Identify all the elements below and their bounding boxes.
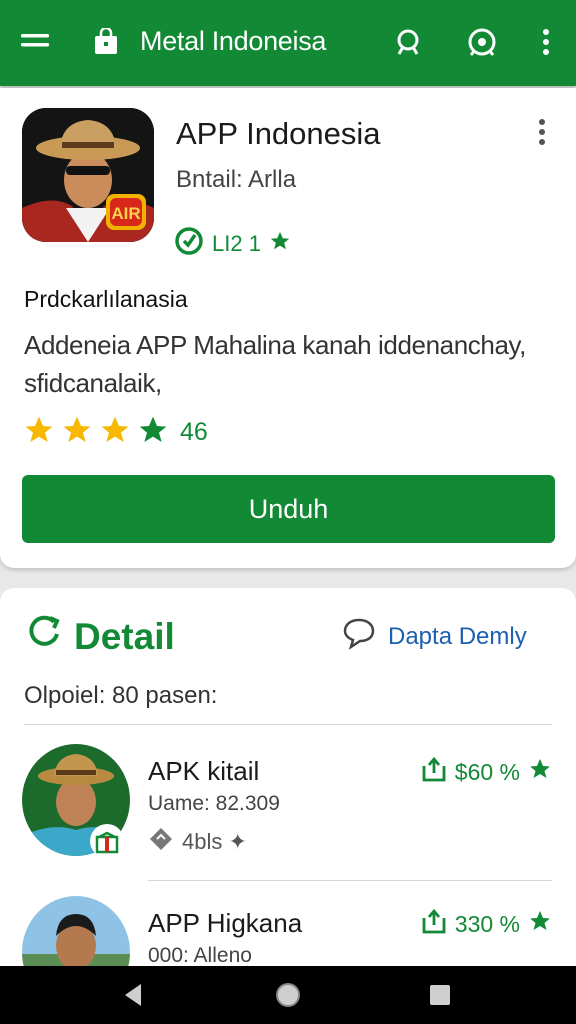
section-heading: Prdckarlılanasia [24,286,188,312]
app-description: Addeneia APP Mahalina kanah iddenanchay,… [24,330,526,398]
divider [24,724,552,725]
app-card: AIR APP Indonesia Bntail: Arlla LI2 1 Pr… [0,88,576,568]
more-vert-icon[interactable] [538,118,558,148]
bag-icon[interactable] [86,22,126,62]
list-item[interactable]: APP Higkana 000: Alleno 330 % [0,896,576,968]
item-name: APP Higkana [148,908,303,938]
more-vert-icon[interactable] [526,22,566,62]
app-bar-title: Metal Indoneisa [140,26,327,56]
download-button[interactable]: Unduh [22,475,555,543]
star-icon [528,909,552,939]
star-icon [98,414,132,451]
upload-icon [421,756,447,788]
svg-text:AIR: AIR [111,204,140,223]
system-nav-bar [0,966,576,1024]
tag-icon [148,826,174,858]
comment-icon [342,616,376,657]
home-icon[interactable] [273,980,303,1010]
detail-subline: Olpoiel: 80 pasen: [24,682,218,709]
list-item[interactable]: APK kitail Uame: 82.309 4bls ✦ $60 % [0,744,576,884]
item-name: APK kitail [148,756,260,786]
app-icon[interactable]: AIR [22,108,154,242]
rating-count: 46 [180,418,208,446]
verified-icon [174,226,204,262]
share-icon[interactable] [462,22,502,62]
app-meta: LI2 1 [174,226,291,262]
detail-link[interactable]: Dapta Demly [342,616,527,657]
star-icon [60,414,94,451]
item-tag-text: 4bls ✦ [182,829,247,854]
detail-title-text: Detail [74,615,175,657]
menu-icon[interactable] [16,22,56,62]
top-app-bar: Metal Indoneisa [0,0,576,86]
detail-title: Detail [24,612,175,661]
app-meta-text: LI2 1 [212,231,261,256]
item-price-text: 330 % [454,910,520,937]
divider [148,880,552,881]
star-icon [528,757,552,787]
app-subtitle: Bntail: Arlla [176,166,297,193]
refresh-icon [24,612,64,661]
item-sub: 000: Alleno [148,944,252,967]
star-icon [269,230,291,258]
item-price: 330 % [421,908,552,940]
search-icon[interactable] [388,22,428,62]
recents-icon[interactable] [425,980,455,1010]
rating: 46 [22,414,208,451]
detail-card: Detail Dapta Demly Olpoiel: 80 pasen: AP… [0,588,576,968]
item-sub: Uame: 82.309 [148,792,280,815]
app-name: APP Indonesia [176,116,381,151]
detail-link-label: Dapta Demly [388,622,527,650]
item-price: $60 % [421,756,552,788]
avatar [22,896,130,968]
item-tag: 4bls ✦ [148,826,247,858]
back-icon[interactable] [118,980,148,1010]
item-price-text: $60 % [454,758,520,785]
gift-badge-icon [90,824,124,858]
upload-icon [421,908,447,940]
star-icon [22,414,56,451]
star-icon [136,414,170,451]
